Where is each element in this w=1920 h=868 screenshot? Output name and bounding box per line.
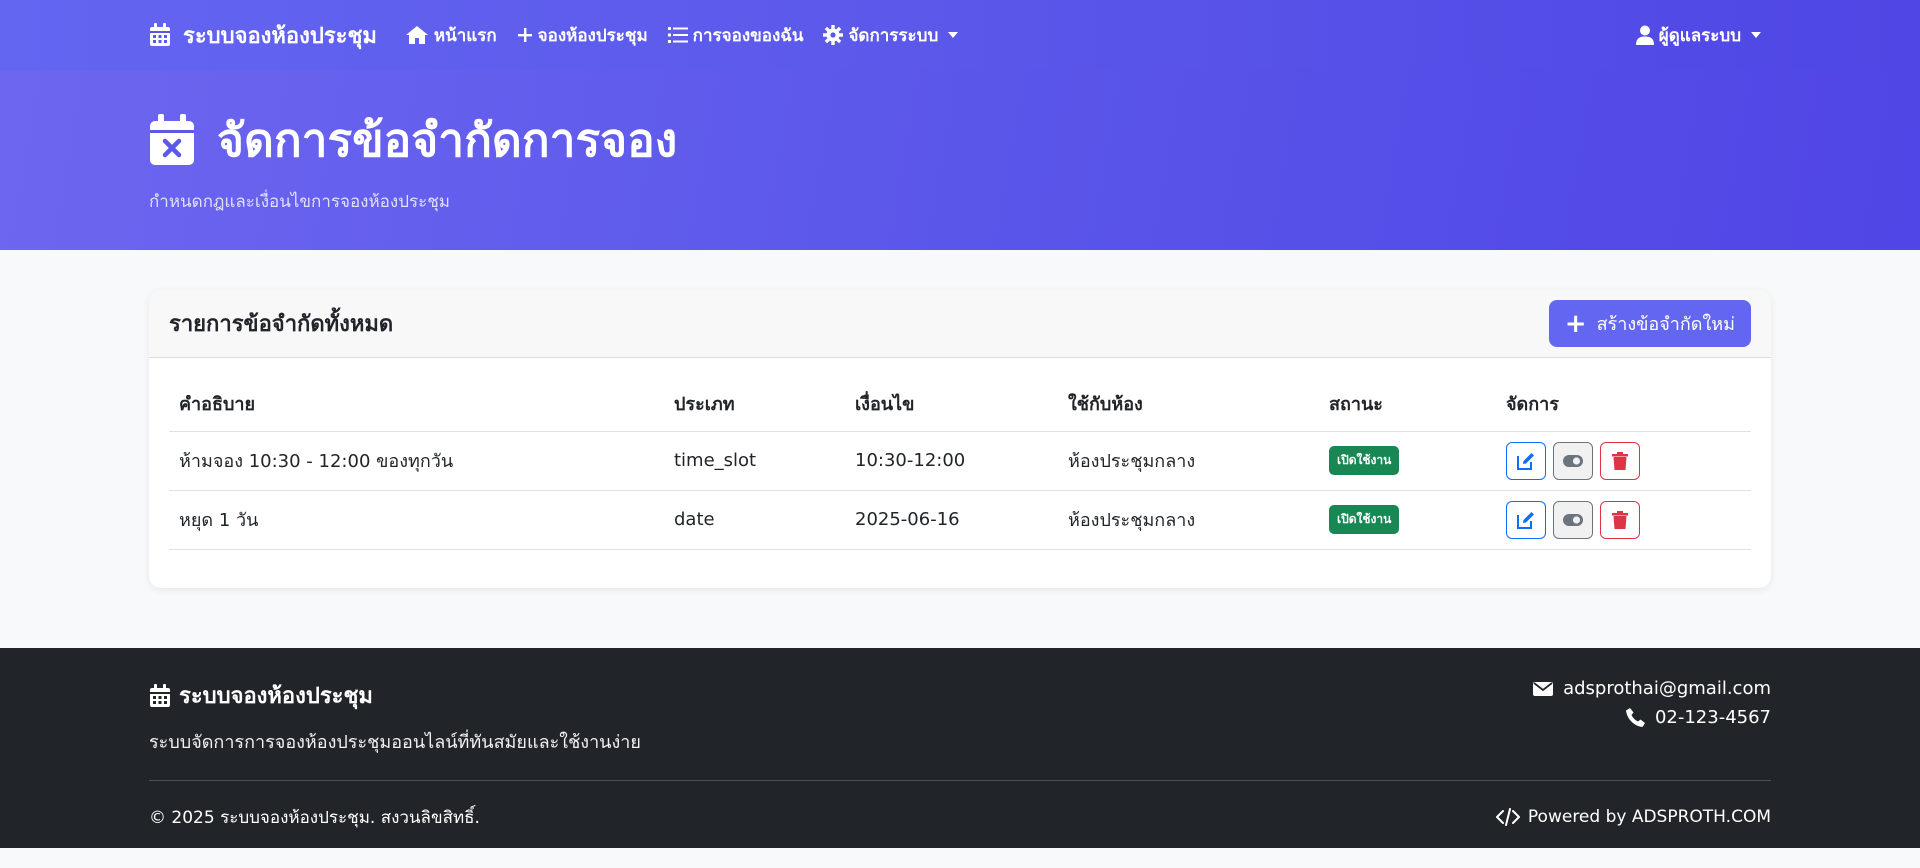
column-header: ประเภท: [664, 376, 845, 432]
page-subtitle: กำหนดกฎและเงื่อนไขการจองห้องประชุม: [149, 192, 450, 212]
row-room: ห้องประชุมกลาง: [1058, 431, 1319, 491]
row-actions: [1496, 431, 1751, 491]
status-badge: เปิดใช้งาน: [1329, 446, 1400, 475]
row-status-cell: เปิดใช้งาน: [1319, 490, 1496, 550]
user-menu[interactable]: ผู้ดูแลระบบ: [1635, 0, 1761, 70]
row-room: ห้องประชุมกลาง: [1058, 490, 1319, 550]
row-status-cell: เปิดใช้งาน: [1319, 431, 1496, 491]
nav-my-bookings[interactable]: การจองของฉัน: [667, 22, 804, 49]
footer-email-text: adsprothai@gmail.com: [1563, 678, 1771, 699]
edit-icon: [1517, 452, 1534, 470]
user-menu-label: ผู้ดูแลระบบ: [1658, 25, 1741, 46]
row-description: ห้ามจอง 10:30 - 12:00 ของทุกวัน: [169, 431, 664, 491]
table-row: หยุด 1 วัน date 2025-06-16 ห้องประชุมกลา…: [169, 490, 1751, 550]
toggle-button[interactable]: [1553, 441, 1593, 480]
row-condition: 2025-06-16: [845, 490, 1058, 550]
column-header: เงื่อนไข: [845, 376, 1058, 432]
delete-button[interactable]: [1600, 441, 1640, 480]
powered-by[interactable]: Powered by ADSPROTH.COM: [1495, 807, 1771, 827]
toggle-icon: [1563, 454, 1583, 467]
footer-phone[interactable]: 02-123-4567: [1533, 707, 1771, 728]
row-condition: 10:30-12:00: [845, 431, 1058, 491]
edit-button[interactable]: [1506, 500, 1546, 539]
restrictions-card: รายการข้อจำกัดทั้งหมด + สร้างข้อจำกัดใหม…: [149, 290, 1771, 588]
nav-book-room[interactable]: จองห้องประชุม: [517, 22, 648, 49]
page-header: จัดการข้อจำกัดการจอง กำหนดกฎและเงื่อนไขก…: [0, 70, 1920, 250]
create-restriction-button[interactable]: + สร้างข้อจำกัดใหม่: [1548, 300, 1751, 347]
column-header: สถานะ: [1319, 376, 1496, 432]
footer-email[interactable]: adsprothai@gmail.com: [1533, 678, 1771, 699]
nav-home-label: หน้าแรก: [433, 25, 497, 46]
row-actions: [1496, 490, 1751, 550]
column-header: ใช้กับห้อง: [1058, 376, 1319, 432]
footer-brand-label: ระบบจองห้องประชุม: [179, 684, 373, 709]
gear-icon: [823, 25, 844, 45]
home-icon: [405, 26, 428, 44]
list-icon: [667, 27, 688, 43]
delete-button[interactable]: [1600, 500, 1640, 539]
toggle-icon: [1563, 513, 1583, 526]
row-description: หยุด 1 วัน: [169, 490, 664, 550]
toggle-button[interactable]: [1553, 500, 1593, 539]
chevron-down-icon: [948, 32, 959, 38]
code-icon: [1495, 808, 1520, 826]
brand-label: ระบบจองห้องประชุม: [183, 23, 377, 49]
row-type: time_slot: [664, 431, 845, 491]
footer-description: ระบบจัดการการจองห้องประชุมออนไลน์ที่ทันส…: [149, 732, 641, 753]
envelope-icon: [1533, 681, 1554, 696]
column-header: จัดการ: [1496, 376, 1751, 432]
card-header: รายการข้อจำกัดทั้งหมด + สร้างข้อจำกัดใหม…: [149, 290, 1771, 358]
table-row: ห้ามจอง 10:30 - 12:00 ของทุกวัน time_slo…: [169, 431, 1751, 491]
page-title: จัดการข้อจำกัดการจอง: [149, 112, 1771, 168]
main-content: รายการข้อจำกัดทั้งหมด + สร้างข้อจำกัดใหม…: [0, 250, 1920, 648]
footer-phone-text: 02-123-4567: [1654, 707, 1771, 728]
nav-my-bookings-label: การจองของฉัน: [692, 25, 804, 46]
status-badge: เปิดใช้งาน: [1329, 505, 1400, 534]
page-title-text: จัดการข้อจำกัดการจอง: [217, 113, 678, 167]
nav-book-label: จองห้องประชุม: [537, 25, 648, 46]
navbar: ระบบจองห้องประชุม หน้าแรก จองห้องประชุม …: [0, 0, 1920, 70]
create-restriction-label: สร้างข้อจำกัดใหม่: [1596, 314, 1735, 335]
trash-icon: [1612, 451, 1628, 470]
footer: ระบบจองห้องประชุม ระบบจัดการการจองห้องปร…: [0, 648, 1920, 848]
footer-brand: ระบบจองห้องประชุม: [149, 678, 641, 713]
trash-icon: [1612, 510, 1628, 529]
navbar-brand[interactable]: ระบบจองห้องประชุม: [149, 18, 377, 53]
nav-home[interactable]: หน้าแรก: [405, 22, 497, 49]
calendar-icon: [150, 23, 170, 46]
row-type: date: [664, 490, 845, 550]
user-icon: [1635, 25, 1654, 45]
nav-links: หน้าแรก จองห้องประชุม การจองของฉัน จัดกา…: [405, 22, 978, 49]
powered-by-text: Powered by ADSPROTH.COM: [1527, 807, 1771, 827]
copyright: © 2025 ระบบจองห้องประชุม. สงวนลิขสิทธิ์.: [149, 807, 480, 828]
column-header: คำอธิบาย: [169, 376, 664, 432]
card-title: รายการข้อจำกัดทั้งหมด: [169, 312, 394, 337]
calendar-x-icon: [150, 114, 194, 165]
plus-icon: +: [1564, 308, 1587, 339]
edit-button[interactable]: [1506, 441, 1546, 480]
card-body: คำอธิบาย ประเภท เงื่อนไข ใช้กับห้อง สถาน…: [149, 358, 1771, 568]
phone-icon: [1625, 708, 1645, 727]
nav-system-label: จัดการระบบ: [848, 25, 939, 46]
table-header-row: คำอธิบาย ประเภท เงื่อนไข ใช้กับห้อง สถาน…: [169, 376, 1751, 432]
restrictions-table: คำอธิบาย ประเภท เงื่อนไข ใช้กับห้อง สถาน…: [169, 376, 1751, 550]
plus-icon: [517, 28, 532, 42]
nav-system-admin[interactable]: จัดการระบบ: [823, 22, 959, 49]
chevron-down-icon: [1751, 32, 1761, 38]
edit-icon: [1517, 511, 1534, 529]
footer-contact: adsprothai@gmail.com 02-123-4567: [1533, 678, 1771, 756]
calendar-icon: [150, 683, 170, 707]
